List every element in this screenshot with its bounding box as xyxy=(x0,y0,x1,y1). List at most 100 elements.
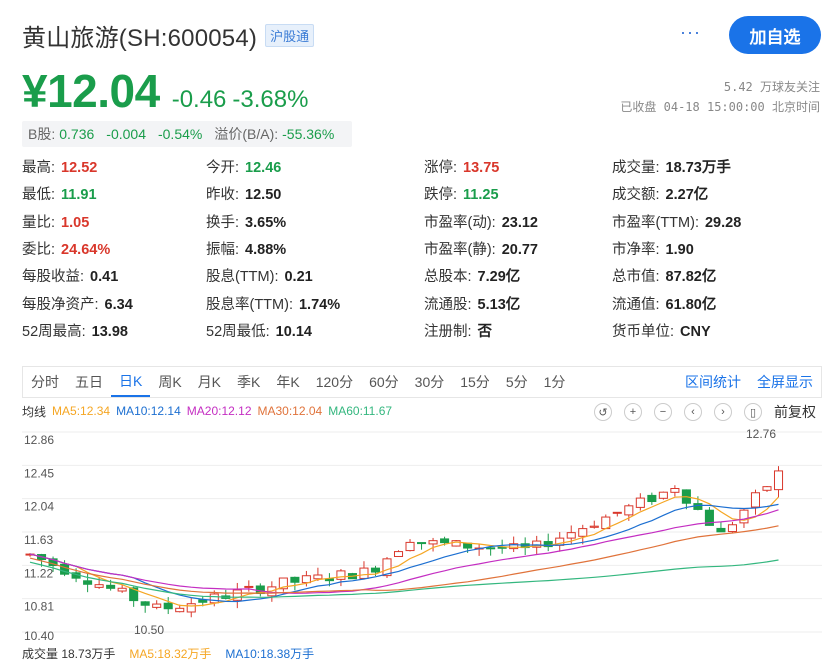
candle-body xyxy=(463,542,473,549)
pan-left-icon[interactable]: ‹ xyxy=(684,403,702,421)
tab-period[interactable]: 分时 xyxy=(23,367,67,397)
candle-body xyxy=(428,540,438,545)
price-change-percent: -3.68% xyxy=(232,86,309,113)
stat-value: 13.98 xyxy=(91,323,128,340)
tab-period[interactable]: 15分 xyxy=(452,367,498,397)
reset-icon[interactable]: ↺ xyxy=(594,403,612,421)
tab-period[interactable]: 1分 xyxy=(536,367,574,397)
tab-period[interactable]: 日K xyxy=(111,367,151,397)
candle-body xyxy=(750,492,761,508)
stat-label: 成交额: xyxy=(612,187,660,204)
candle-body xyxy=(635,497,645,508)
stat-value: 24.64% xyxy=(61,241,111,258)
candle-body xyxy=(417,542,427,545)
stat-value: 12.50 xyxy=(245,187,282,204)
stat-item: 昨收: 12.50 xyxy=(206,183,281,204)
stat-value: CNY xyxy=(680,323,711,340)
current-price: ¥12.04 xyxy=(22,65,160,117)
tab-period[interactable]: 五日 xyxy=(67,367,111,397)
stat-item: 换手: 3.65% xyxy=(206,211,286,232)
stat-label: 注册制: xyxy=(424,323,472,340)
tab-period[interactable]: 120分 xyxy=(308,367,361,397)
stat-value: 2.27亿 xyxy=(665,187,709,204)
stat-value: 18.73万手 xyxy=(665,160,731,176)
hk-connect-badge[interactable]: 沪股通 xyxy=(265,24,315,47)
candle-body xyxy=(117,587,127,592)
candle-body xyxy=(727,524,737,533)
candle-body xyxy=(152,603,162,608)
premium-value: -55.36% xyxy=(282,126,335,142)
stat-value: 否 xyxy=(477,323,493,340)
stat-item: 涨停: 13.75 xyxy=(424,156,499,177)
stat-value: 11.91 xyxy=(61,187,97,204)
tab-period[interactable]: 月K xyxy=(190,367,229,397)
ma20-value: MA20:12.12 xyxy=(186,404,252,418)
y-tick-label: 12.86 xyxy=(24,433,54,447)
candle-body xyxy=(359,567,369,579)
stat-item: 货币单位: CNY xyxy=(612,320,711,341)
candle-body xyxy=(313,574,323,580)
stat-item: 股息(TTM): 0.21 xyxy=(206,265,313,286)
stat-value: 12.46 xyxy=(245,160,282,176)
stat-value: 1.74% xyxy=(298,296,341,313)
candle-body xyxy=(670,487,680,493)
zoom-out-icon[interactable]: − xyxy=(654,403,672,421)
tab-period[interactable]: 年K xyxy=(268,367,307,397)
chart-actions: 区间统计 全屏显示 xyxy=(677,367,821,397)
y-tick-label: 11.22 xyxy=(24,566,53,580)
stat-label: 市盈率(TTM): xyxy=(612,214,699,231)
stat-label: 每股净资产: xyxy=(22,296,99,313)
add-watchlist-button[interactable]: 加自选 xyxy=(729,16,821,54)
candle-body xyxy=(405,541,415,552)
candle-style-icon[interactable]: ▯ xyxy=(744,403,762,421)
stock-name: 黄山旅游(SH:600054) xyxy=(22,25,258,52)
candle-body xyxy=(578,528,588,537)
tab-period[interactable]: 5分 xyxy=(498,367,536,397)
tab-period[interactable]: 季K xyxy=(229,367,268,397)
tab-period[interactable]: 30分 xyxy=(407,367,453,397)
fullscreen-button[interactable]: 全屏显示 xyxy=(749,367,821,397)
stat-value: 0.41 xyxy=(90,269,119,286)
stat-label: 成交量: xyxy=(612,160,660,176)
candle-body xyxy=(290,576,300,583)
stat-item: 每股净资产: 6.34 xyxy=(22,293,133,314)
tab-period[interactable]: 周K xyxy=(150,367,189,397)
stat-value: 20.77 xyxy=(501,241,538,258)
b-share-bar: B股: 0.736 -0.004 -0.54% 溢价(B/A): -55.36% xyxy=(22,121,353,147)
b-share-pct: -0.54% xyxy=(157,126,203,142)
ma5-value: MA5:12.34 xyxy=(52,404,111,418)
stat-label: 市盈率(动): xyxy=(424,214,496,231)
more-options-button[interactable]: ··· xyxy=(680,22,701,43)
stat-item: 最高: 12.52 xyxy=(22,156,97,177)
stat-value: 1.05 xyxy=(61,214,90,231)
stock-title-row: 黄山旅游(SH:600054) 沪股通 xyxy=(22,18,315,53)
stat-label: 流通值: xyxy=(612,296,660,313)
kline-chart[interactable]: 12.86 12.45 12.04 11.63 11.22 10.81 10.40 12.76… xyxy=(22,424,822,642)
stat-item: 52周最高: 13.98 xyxy=(22,320,128,341)
candle-body xyxy=(624,505,634,516)
stat-item: 市盈率(静): 20.77 xyxy=(424,238,538,259)
range-stats-button[interactable]: 区间统计 xyxy=(677,367,749,397)
adjust-mode-selector[interactable]: 前复权 xyxy=(774,402,816,422)
candle-body xyxy=(739,509,749,524)
y-tick-label: 11.63 xyxy=(24,533,53,547)
stat-label: 最低: xyxy=(22,187,56,204)
stat-label: 股息(TTM): xyxy=(206,269,279,286)
stat-label: 市净率: xyxy=(612,241,660,258)
pan-right-icon[interactable]: › xyxy=(714,403,732,421)
candle-body xyxy=(612,511,622,514)
stat-item: 今开: 12.46 xyxy=(206,156,281,177)
stat-item: 流通值: 61.80亿 xyxy=(612,293,716,314)
ma10-value: MA10:12.14 xyxy=(116,404,181,418)
stat-item: 注册制: 否 xyxy=(424,320,492,341)
stat-label: 52周最低: xyxy=(206,323,270,340)
tab-period[interactable]: 60分 xyxy=(361,367,407,397)
stat-label: 跌停: xyxy=(424,187,458,204)
zoom-in-icon[interactable]: + xyxy=(624,403,642,421)
stat-label: 股息率(TTM): xyxy=(206,296,293,313)
candle-body xyxy=(198,599,208,603)
candle-body xyxy=(658,491,668,499)
ma-legend: 均线 MA5:12.34 MA10:12.14 MA20:12.12 MA30:… xyxy=(22,402,822,422)
stat-item: 总股本: 7.29亿 xyxy=(424,265,520,286)
stat-item: 振幅: 4.88% xyxy=(206,238,286,259)
